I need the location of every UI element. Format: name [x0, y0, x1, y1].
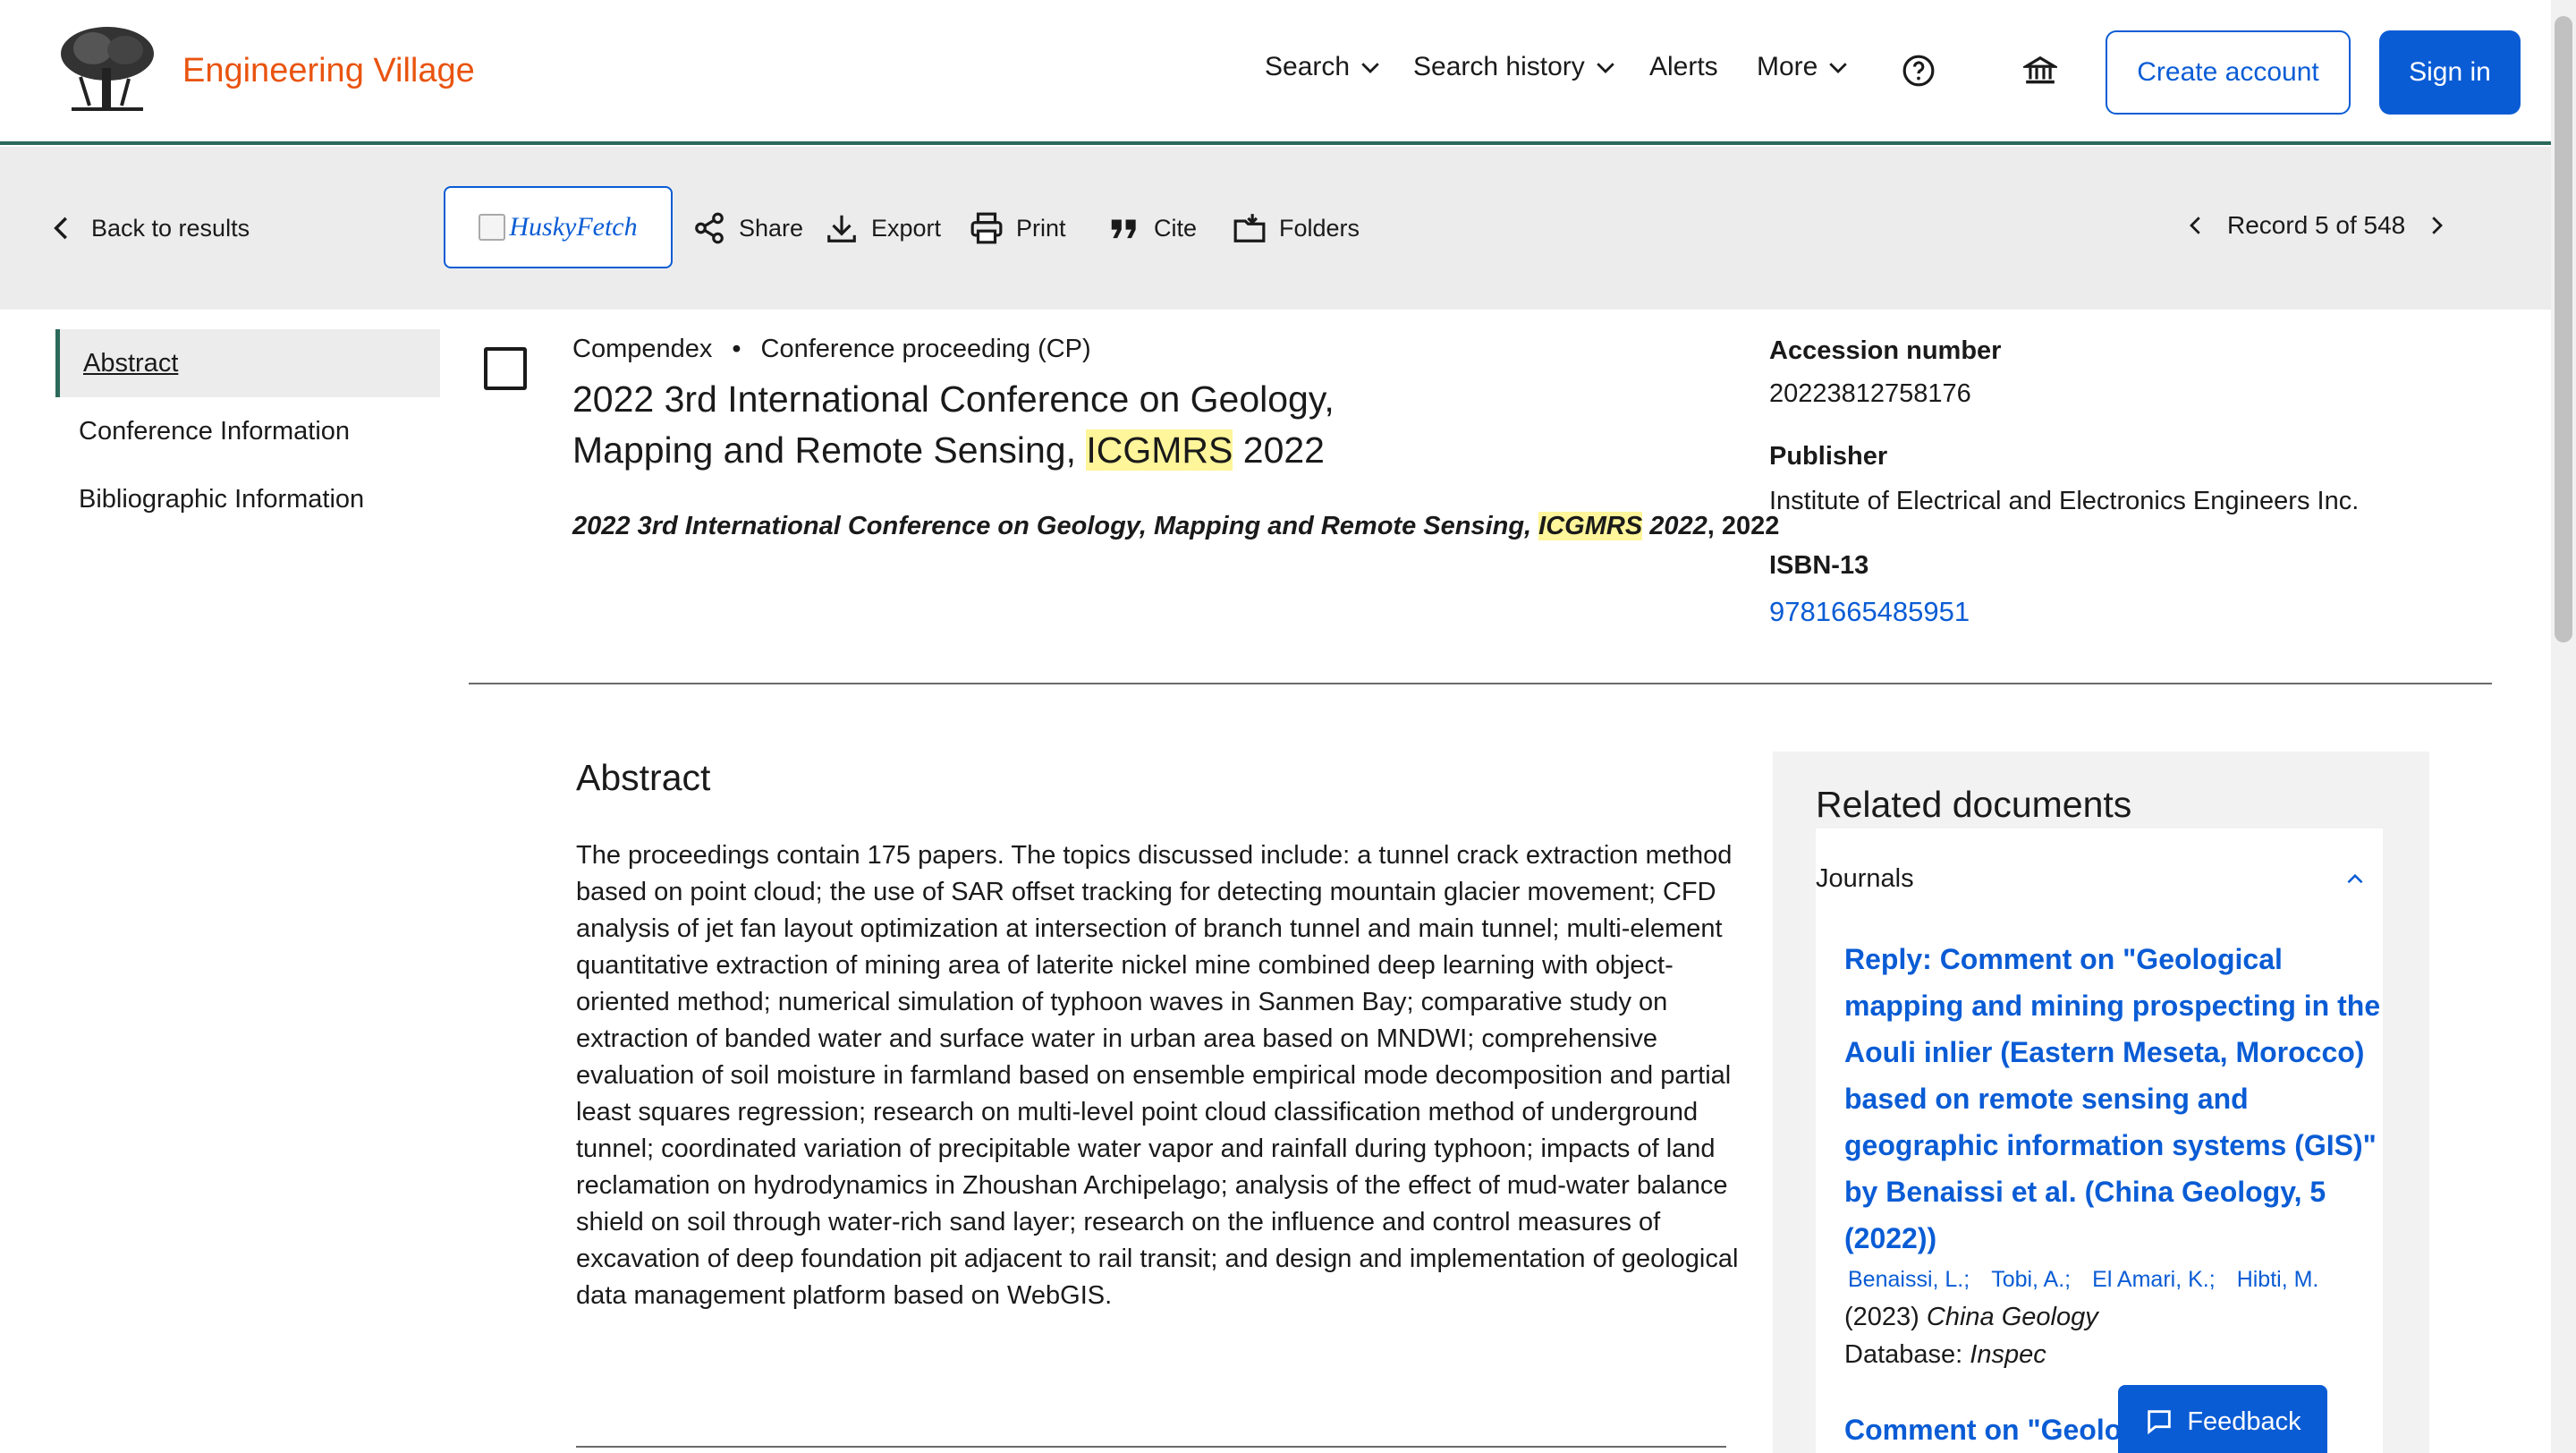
related-item-authors: Benaissi, L.; Tobi, A.; El Amari, K.; Hi… — [1848, 1267, 2318, 1293]
share-icon — [695, 212, 724, 244]
abstract-text: The proceedings contain 175 papers. The … — [576, 841, 1739, 1310]
related-item-journal: China Geology — [1926, 1303, 2098, 1331]
broken-image-icon — [479, 214, 506, 241]
source-title: 2022 3rd International Conference on Geo… — [572, 512, 1779, 541]
database-name: Compendex — [572, 335, 713, 363]
site-header: Engineering Village Search Search histor… — [0, 0, 2551, 145]
institution-icon[interactable] — [2023, 54, 2057, 88]
section-nav: Abstract Conference Information Bibliogr… — [55, 329, 440, 533]
chevron-down-icon — [1361, 63, 1379, 73]
publisher-value: Institute of Electrical and Electronics … — [1769, 487, 2360, 515]
scrollbar-thumb[interactable] — [2555, 16, 2572, 642]
related-journals-card: Journals Reply: Comment on "Geological m… — [1816, 828, 2383, 1453]
section-nav-abstract[interactable]: Abstract — [55, 329, 440, 397]
record-toolbar: Back to results HuskyFetch Share Export … — [0, 147, 2551, 310]
related-documents-panel: Related documents Journals Reply: Commen… — [1773, 752, 2429, 1453]
isbn-label: ISBN-13 — [1769, 551, 1869, 580]
nav-search-history[interactable]: Search history — [1413, 52, 1619, 82]
select-record-checkbox[interactable] — [484, 347, 527, 390]
chevron-down-icon — [1829, 63, 1848, 73]
journals-accordion-label[interactable]: Journals — [1816, 864, 1914, 894]
brand-name[interactable]: Engineering Village — [182, 52, 475, 90]
author-link[interactable]: Hibti, M. — [2237, 1267, 2319, 1293]
author-link[interactable]: Benaissi, L.; — [1848, 1267, 1970, 1293]
document-title: 2022 3rd International Conference on Geo… — [572, 374, 1413, 476]
related-item-source: (2023) China Geology — [1844, 1303, 2098, 1332]
print-button[interactable]: Print — [970, 211, 1066, 245]
sign-in-button[interactable]: Sign in — [2379, 30, 2521, 115]
nav-alerts-label: Alerts — [1649, 52, 1718, 81]
export-label: Export — [871, 214, 942, 242]
feedback-label: Feedback — [2187, 1406, 2301, 1436]
author-link[interactable]: Tobi, A.; — [1991, 1267, 2071, 1293]
cite-label: Cite — [1154, 214, 1198, 242]
chevron-left-icon — [54, 217, 67, 240]
abstract-divider — [576, 1446, 1726, 1448]
share-label: Share — [739, 214, 804, 242]
print-label: Print — [1016, 214, 1066, 242]
accession-value: 20223812758176 — [1769, 379, 1971, 408]
download-icon — [827, 215, 856, 242]
author-link[interactable]: El Amari, K.; — [2092, 1267, 2216, 1293]
source-highlight: ICGMRS — [1538, 512, 1643, 540]
source-text: 2022 3rd International Conference on Geo… — [572, 512, 1539, 540]
section-divider — [469, 683, 2492, 684]
next-record-icon[interactable] — [2423, 212, 2450, 239]
accession-label: Accession number — [1769, 336, 2002, 365]
related-item-database: Database: Inspec — [1844, 1340, 2046, 1370]
nav-alerts[interactable]: Alerts — [1649, 52, 1718, 82]
quote-icon — [1111, 219, 1136, 239]
elsevier-tree-logo[interactable] — [54, 23, 159, 116]
huskyfetch-button[interactable]: HuskyFetch — [444, 186, 673, 268]
related-item-year: (2023) — [1844, 1303, 1927, 1331]
nav-search[interactable]: Search — [1265, 52, 1384, 82]
back-to-results-label: Back to results — [91, 214, 250, 242]
chat-bubble-icon — [2148, 1410, 2172, 1435]
cite-button[interactable]: Cite — [1107, 211, 1197, 245]
record-position: Record 5 of 548 — [2227, 211, 2406, 239]
record-meta: Compendex • Conference proceeding (CP) — [572, 335, 1091, 364]
publisher-label: Publisher — [1769, 442, 1888, 471]
back-to-results-link[interactable]: Back to results — [45, 211, 250, 245]
printer-icon — [970, 212, 1003, 244]
title-highlight: ICGMRS — [1086, 429, 1233, 471]
related-documents-heading: Related documents — [1816, 784, 2132, 825]
title-text-end: 2022 — [1233, 429, 1325, 471]
help-icon[interactable] — [1902, 54, 1936, 88]
isbn-link[interactable]: 9781665485951 — [1769, 596, 1970, 628]
database-value: Inspec — [1970, 1340, 2046, 1369]
chevron-up-icon[interactable] — [2343, 868, 2367, 891]
meta-separator: • — [732, 335, 741, 363]
feedback-button[interactable]: Feedback — [2118, 1385, 2327, 1453]
section-nav-conference-info[interactable]: Conference Information — [55, 397, 440, 465]
export-button[interactable]: Export — [825, 211, 941, 245]
chevron-down-icon — [1597, 63, 1614, 73]
share-button[interactable]: Share — [692, 211, 803, 245]
nav-more[interactable]: More — [1757, 52, 1852, 82]
section-nav-bibliographic-info[interactable]: Bibliographic Information — [55, 465, 440, 533]
database-label: Database: — [1844, 1340, 1970, 1369]
nav-search-history-label: Search history — [1413, 52, 1585, 81]
folders-button[interactable]: Folders — [1233, 211, 1360, 245]
huskyfetch-alt-text: HuskyFetch — [509, 212, 638, 242]
abstract-heading: Abstract — [576, 757, 711, 798]
source-text-end: 2022 — [1642, 512, 1707, 540]
previous-record-icon[interactable] — [2182, 212, 2209, 239]
related-item-2-title-link[interactable]: Comment on "Geolo — [1844, 1414, 2122, 1447]
nav-search-label: Search — [1265, 52, 1351, 81]
create-account-button[interactable]: Create account — [2106, 30, 2351, 115]
nav-more-label: More — [1757, 52, 1818, 81]
folders-label: Folders — [1279, 214, 1360, 242]
related-item-title-link[interactable]: Reply: Comment on "Geological mapping an… — [1844, 936, 2381, 1262]
record-pager: Record 5 of 548 — [2182, 211, 2450, 240]
document-type: Conference proceeding (CP) — [760, 335, 1091, 363]
folder-add-icon — [1233, 214, 1266, 242]
